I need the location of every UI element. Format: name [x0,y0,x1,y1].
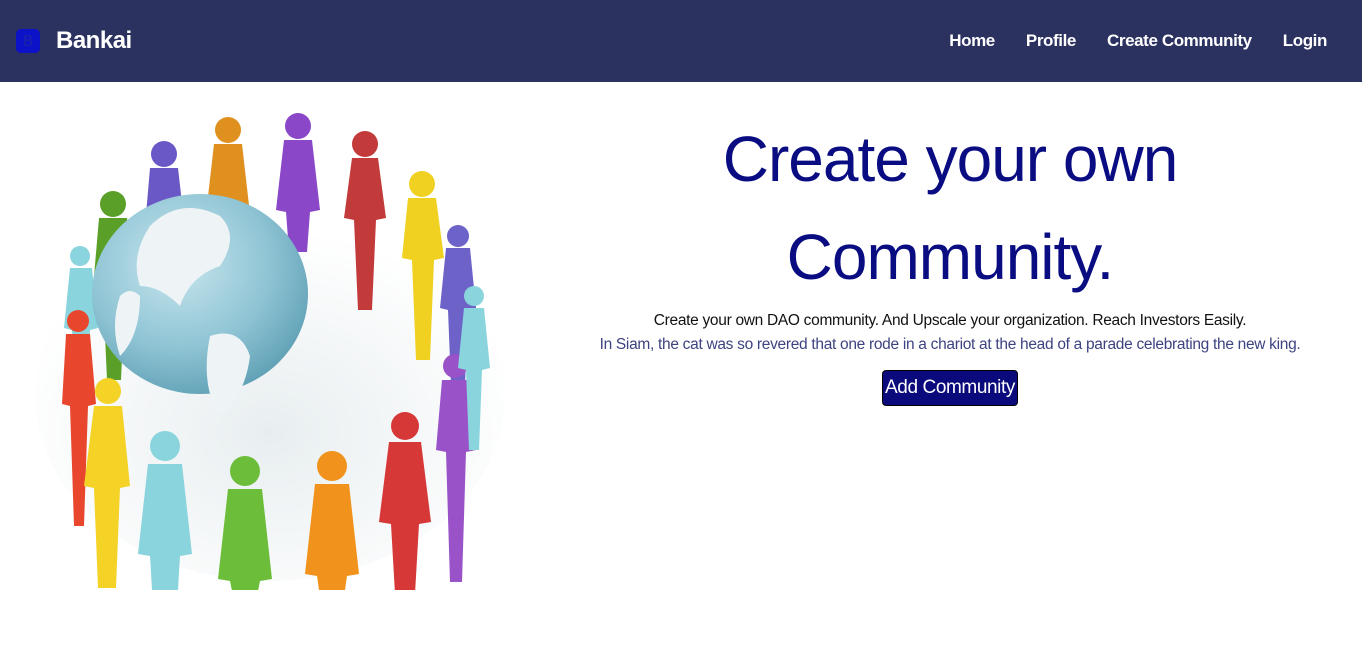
brand-name: Bankai [56,27,132,54]
nav-link-create-community[interactable]: Create Community [1107,31,1252,51]
people-around-globe-icon [35,113,505,594]
hero-title-line1: Create your own [722,123,1179,195]
nav-link-profile[interactable]: Profile [1026,31,1077,51]
nav-link-login[interactable]: Login [1283,31,1328,51]
nav-link-home[interactable]: Home [949,31,995,51]
brand-logo-icon: B [16,29,40,53]
navbar: B Bankai Home Profile Create Community L… [0,0,1362,82]
brand[interactable]: B Bankai [16,27,132,55]
add-community-button[interactable]: Add Community [882,370,1018,406]
hero-title: Create your own Community. [580,110,1320,306]
hero-section: Create your own Community. Create your o… [580,110,1320,406]
hero-image [30,96,510,594]
nav-links: Home Profile Create Community Login [949,31,1327,51]
hero-fact: In Siam, the cat was so revered that one… [599,336,1301,353]
hero-subtitle: Create your own DAO community. And Upsca… [653,312,1247,329]
hero-title-line2: Community. [786,221,1115,293]
